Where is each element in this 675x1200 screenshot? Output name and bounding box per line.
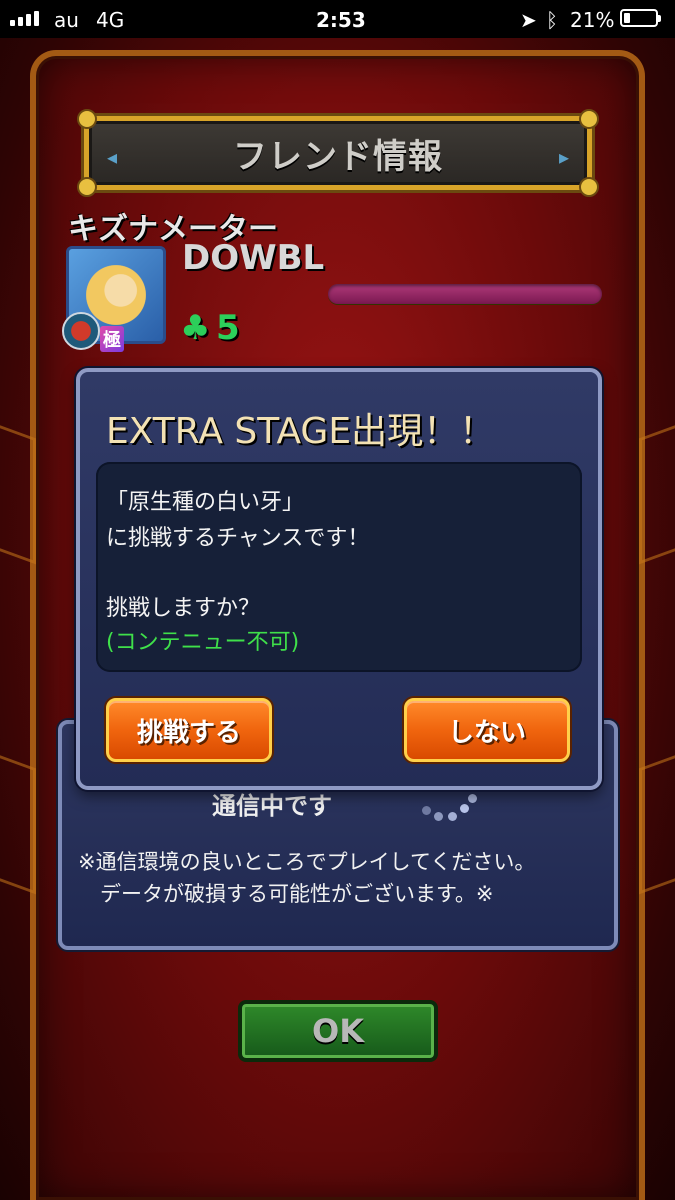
- rarity-badge: 極: [100, 326, 124, 352]
- network-label: 4G: [96, 8, 125, 32]
- no-continue-note: (コンテニュー不可): [106, 630, 300, 655]
- plate-bolt-icon: [579, 177, 599, 197]
- loading-spinner-icon: [422, 792, 482, 822]
- plate-bolt-icon: [77, 177, 97, 197]
- element-orb-icon: [62, 312, 100, 350]
- plate-arrow-right-icon: ▸: [558, 145, 569, 169]
- carrier-label: au: [54, 8, 79, 32]
- modal-message-line: 挑戦しますか？: [106, 596, 261, 621]
- friend-info-title-plate: ◂ ▸ フレンド情報: [77, 109, 599, 197]
- location-icon: ➤: [520, 8, 537, 32]
- plate-bolt-icon: [579, 109, 599, 129]
- bluetooth-icon: ᛒ: [546, 8, 558, 32]
- frame-ornament-right-lower: [639, 751, 675, 895]
- battery-percent: 21%: [570, 8, 615, 32]
- frame-ornament-left: [0, 421, 36, 565]
- clover-count: 5: [216, 308, 240, 348]
- frame-ornament-left-lower: [0, 751, 36, 895]
- ok-button[interactable]: OK: [238, 1000, 438, 1062]
- decline-button[interactable]: しない: [404, 698, 570, 762]
- connection-notice-line2: データが破損する可能性がございます。※: [100, 882, 494, 906]
- kizuna-meter-bar: [328, 284, 602, 304]
- plate-arrow-left-icon: ◂: [107, 145, 118, 169]
- friend-name: DOWBL: [182, 238, 325, 278]
- battery-icon: [620, 9, 661, 27]
- signal-strength-icon: [10, 11, 39, 26]
- clock: 2:53: [316, 8, 366, 32]
- plate-bolt-icon: [77, 109, 97, 129]
- modal-message-line: に挑戦するチャンスです！: [106, 526, 370, 551]
- page-title: フレンド情報: [233, 136, 443, 177]
- challenge-button[interactable]: 挑戦する: [106, 698, 272, 762]
- communication-status: 通信中です: [212, 792, 332, 820]
- frame-ornament-right: [639, 421, 675, 565]
- status-bar: au 4G 2:53 ➤ ᛒ 21%: [0, 0, 675, 38]
- modal-title: EXTRA STAGE出現！！: [106, 411, 496, 452]
- clover-icon: ♣: [180, 308, 211, 348]
- connection-notice-line1: ※通信環境の良いところでプレイしてください。: [78, 850, 536, 874]
- modal-message-line: 「原生種の白い牙」: [106, 490, 305, 515]
